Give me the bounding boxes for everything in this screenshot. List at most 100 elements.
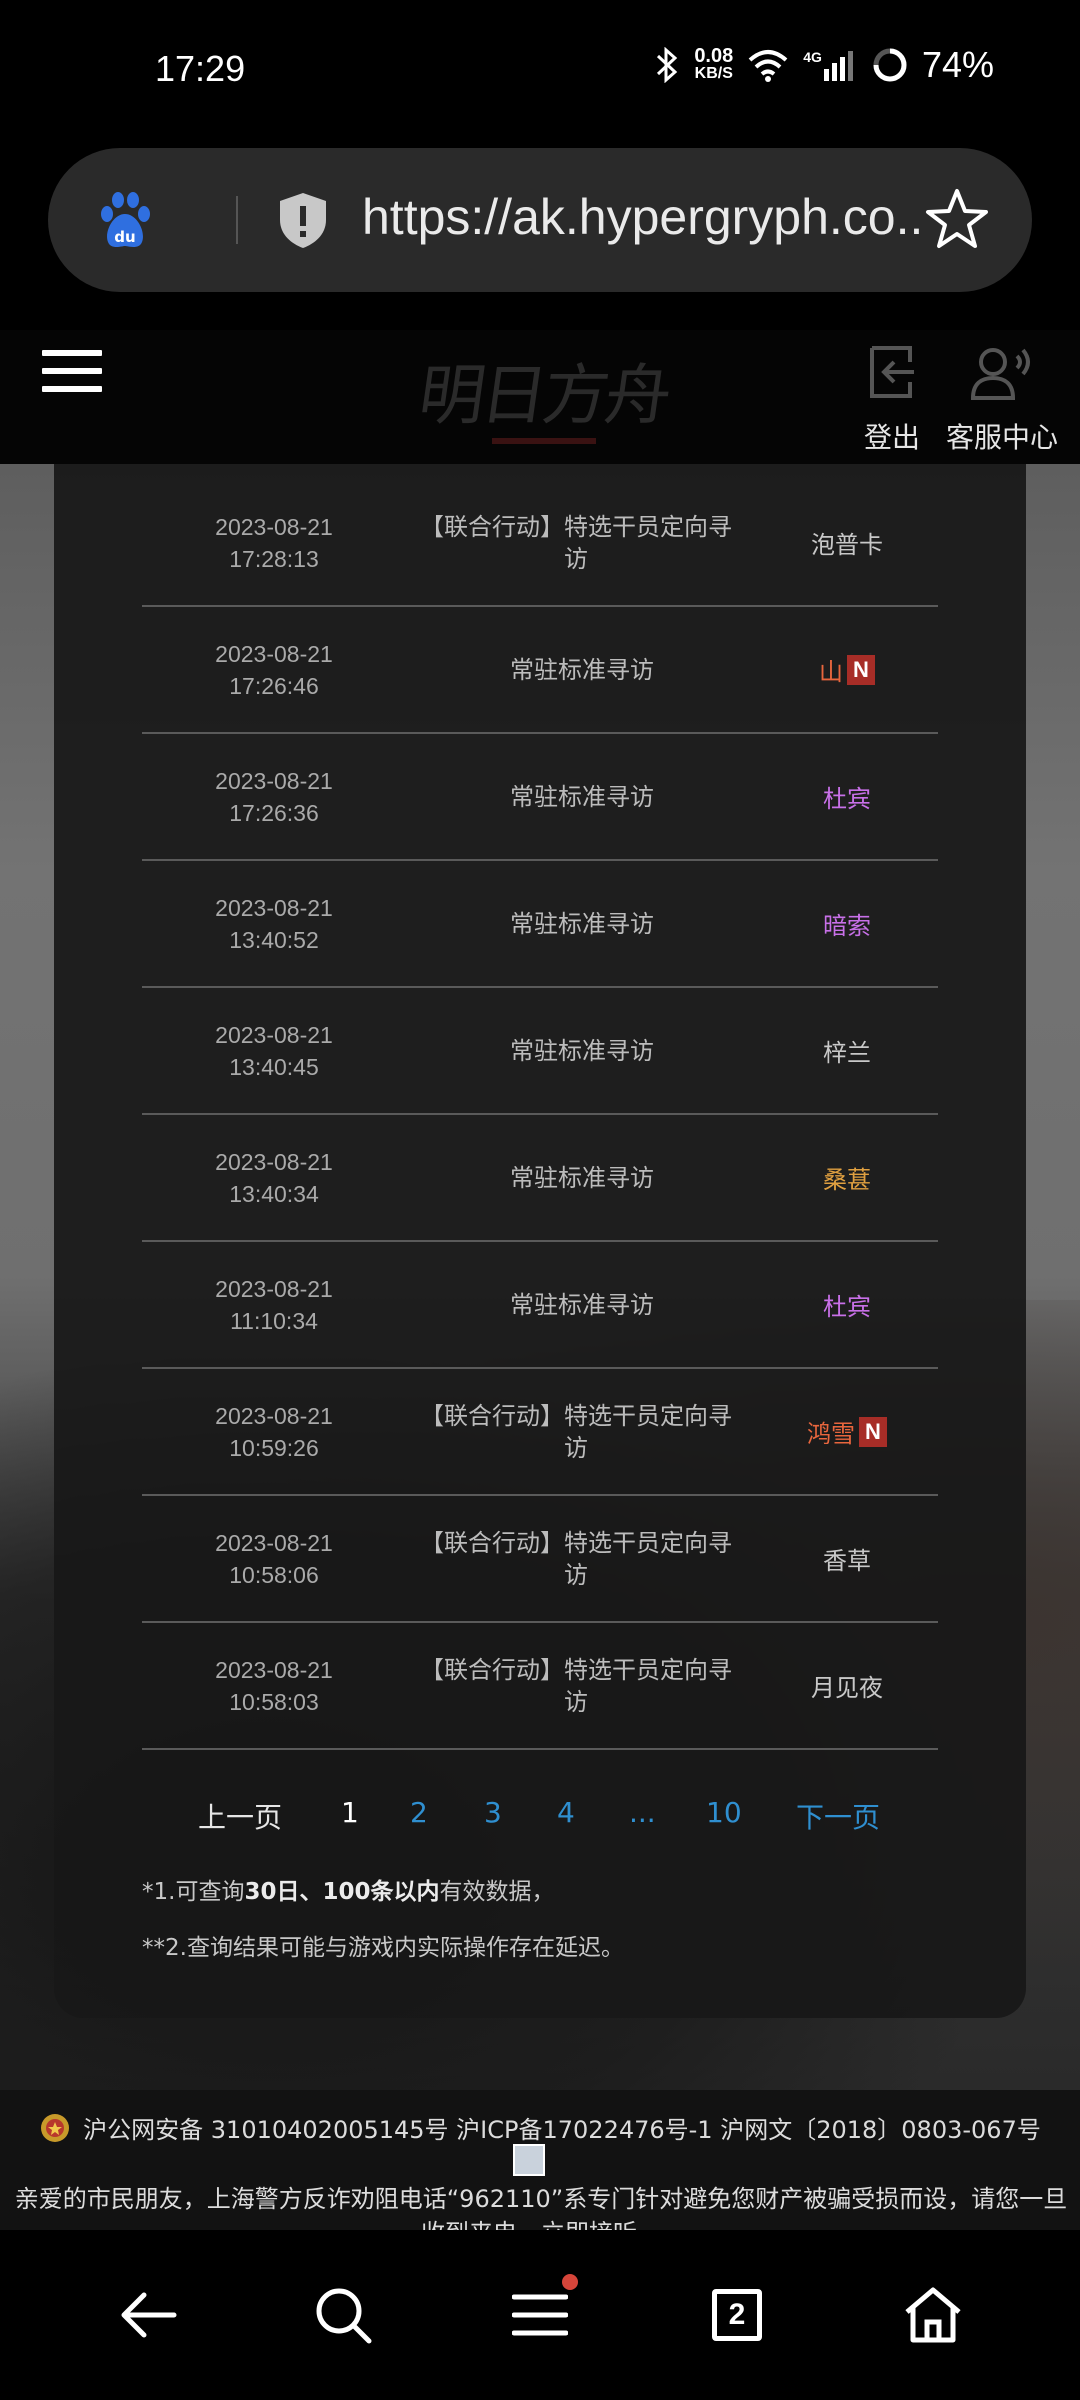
record-row: 2023-08-21 13:40:52 常驻标准寻访 暗索: [142, 861, 938, 988]
record-date: 2023-08-21: [215, 1021, 333, 1048]
record-row: 2023-08-21 13:40:45 常驻标准寻访 梓兰: [142, 988, 938, 1115]
records-list: 2023-08-21 17:28:13 【联合行动】 特选干员定向寻访 泡普卡 2023-…: [142, 480, 938, 1750]
record-operator: 杜宾: [772, 1242, 922, 1367]
battery-percent: 74%: [921, 44, 994, 85]
customer-service-button[interactable]: 客服中心: [946, 342, 1058, 456]
address-bar[interactable]: du https://ak.hypergryph.co...: [48, 148, 1032, 292]
tabs-button[interactable]: 2: [697, 2280, 777, 2350]
record-pool: 【联合行动】 特选干员定向寻访: [420, 1369, 742, 1494]
status-time: 17:29: [155, 48, 246, 89]
police-badge-icon: [41, 2113, 70, 2142]
record-date: 2023-08-21: [215, 1656, 333, 1683]
footer-registration-text[interactable]: 沪公网安备 31010402005145号 沪ICP备17022476号-1 沪…: [83, 2110, 1041, 2145]
search-button[interactable]: [303, 2280, 383, 2350]
svg-text:du: du: [114, 228, 135, 246]
logout-button[interactable]: 登出: [862, 342, 922, 456]
pool-name: 常驻标准寻访: [510, 782, 654, 811]
license-badge-icon[interactable]: [513, 2144, 545, 2176]
baidu-icon[interactable]: du: [96, 190, 154, 250]
pool-name: 特选干员定向寻访: [564, 512, 732, 573]
record-time: 17:28:13: [229, 545, 319, 572]
page-ellipsis: ...: [629, 1796, 656, 1829]
prev-page-button[interactable]: 上一页: [198, 1796, 282, 1836]
pool-tag: 【联合行动】: [420, 1655, 564, 1684]
back-button[interactable]: [108, 2280, 188, 2350]
record-datetime: 2023-08-21 10:58:03: [142, 1623, 406, 1748]
pool-tag: 【联合行动】: [420, 1528, 564, 1557]
record-datetime: 2023-08-21 17:26:46: [142, 607, 406, 732]
url-text[interactable]: https://ak.hypergryph.co...: [362, 188, 922, 246]
record-datetime: 2023-08-21 13:40:45: [142, 988, 406, 1113]
record-time: 10:58:03: [229, 1688, 319, 1715]
operator-name: 香草: [823, 1547, 871, 1575]
record-datetime: 2023-08-21 10:59:26: [142, 1369, 406, 1494]
record-operator: 桑葚: [772, 1115, 922, 1240]
record-row: 2023-08-21 17:28:13 【联合行动】 特选干员定向寻访 泡普卡: [142, 480, 938, 607]
operator-name: 梓兰: [823, 1039, 871, 1067]
record-row: 2023-08-21 13:40:34 常驻标准寻访 桑葚: [142, 1115, 938, 1242]
record-row: 2023-08-21 17:26:36 常驻标准寻访 杜宾: [142, 734, 938, 861]
record-time: 13:40:52: [229, 926, 319, 953]
record-time: 13:40:45: [229, 1053, 319, 1080]
record-date: 2023-08-21: [215, 1275, 333, 1302]
pagination: 上一页 1 2 3 4 ... 10 下一页: [54, 1796, 1026, 1856]
home-button[interactable]: [893, 2280, 973, 2350]
record-operator: 梓兰: [772, 988, 922, 1113]
operator-name: 泡普卡: [811, 531, 883, 559]
record-datetime: 2023-08-21 11:10:34: [142, 1242, 406, 1367]
record-operator: 杜宾: [772, 734, 922, 859]
query-note-1: *1.可查询30日、100条以内有效数据，: [142, 1879, 555, 1905]
page-4-button[interactable]: 4: [557, 1796, 575, 1829]
pool-name: 常驻标准寻访: [510, 1036, 654, 1065]
next-page-button[interactable]: 下一页: [796, 1796, 880, 1836]
record-datetime: 2023-08-21 13:40:34: [142, 1115, 406, 1240]
browser-bottom-nav: 2: [0, 2230, 1080, 2400]
status-icons: 0.08 KB/S 4G 74%: [654, 44, 994, 86]
site-logo[interactable]: 明日方舟: [413, 342, 674, 438]
record-date: 2023-08-21: [215, 1402, 333, 1429]
record-date: 2023-08-21: [215, 640, 333, 667]
record-pool: 【联合行动】 特选干员定向寻访: [420, 1496, 742, 1621]
operator-name: 杜宾: [823, 1293, 871, 1321]
pool-name: 特选干员定向寻访: [564, 1401, 732, 1462]
operator-name: 山: [819, 658, 843, 686]
page-2-button[interactable]: 2: [410, 1796, 428, 1829]
record-time: 10:58:06: [229, 1561, 319, 1588]
logout-icon: [870, 346, 914, 398]
record-pool: 常驻标准寻访: [422, 607, 742, 732]
record-date: 2023-08-21: [215, 1529, 333, 1556]
menu-button[interactable]: [500, 2274, 580, 2350]
page-10-button[interactable]: 10: [706, 1796, 742, 1829]
page-1-button[interactable]: 1: [341, 1796, 359, 1829]
record-row: 2023-08-21 10:59:26 【联合行动】 特选干员定向寻访 鸿雪 N: [142, 1369, 938, 1496]
record-time: 10:59:26: [229, 1434, 319, 1461]
search-icon: [316, 2288, 372, 2344]
shield-icon[interactable]: [274, 190, 332, 250]
record-operator: 山N: [772, 607, 922, 732]
record-date: 2023-08-21: [215, 1148, 333, 1175]
record-operator: 鸿雪 N: [772, 1369, 922, 1494]
record-datetime: 2023-08-21 17:26:36: [142, 734, 406, 859]
network-speed: 0.08 KB/S: [694, 45, 734, 82]
pool-name: 常驻标准寻访: [510, 909, 654, 938]
pool-name: 特选干员定向寻访: [564, 1528, 732, 1589]
record-date: 2023-08-21: [215, 894, 333, 921]
wifi-icon: [748, 50, 788, 82]
record-operator: 暗索: [772, 861, 922, 986]
pool-name: 常驻标准寻访: [510, 1163, 654, 1192]
operator-name: 月见夜: [811, 1674, 883, 1702]
url-divider: [236, 196, 238, 244]
record-datetime: 2023-08-21 10:58:06: [142, 1496, 406, 1621]
record-row: 2023-08-21 10:58:03 【联合行动】 特选干员定向寻访 月见夜: [142, 1623, 938, 1750]
pool-name: 特选干员定向寻访: [564, 1655, 732, 1716]
record-time: 11:10:34: [230, 1307, 318, 1334]
notification-dot: [562, 2274, 578, 2290]
customer-service-icon: [970, 348, 1030, 400]
menu-icon[interactable]: [42, 350, 102, 400]
record-pool: 常驻标准寻访: [422, 1242, 742, 1367]
new-badge: N: [859, 1416, 887, 1447]
record-time: 17:26:36: [229, 799, 319, 826]
star-icon[interactable]: [924, 186, 990, 252]
page-3-button[interactable]: 3: [484, 1796, 502, 1829]
home-icon: [905, 2287, 961, 2343]
